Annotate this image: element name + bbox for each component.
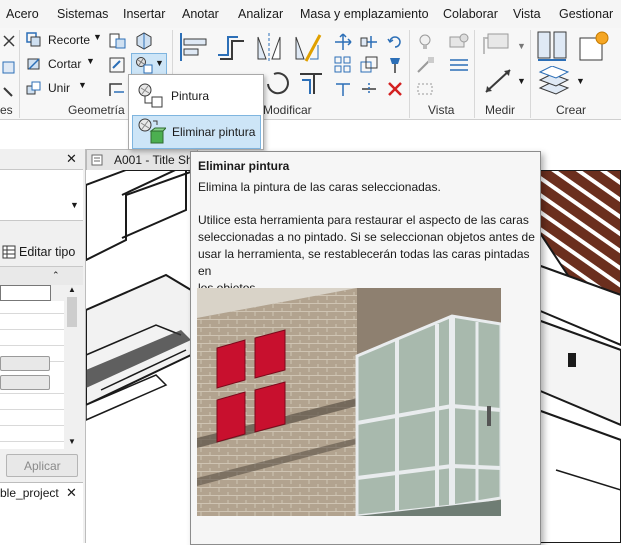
properties-scrollbar[interactable]: ▲ ▼ — [66, 285, 79, 451]
pin-icon[interactable] — [386, 56, 404, 74]
scroll-up-icon[interactable]: ▲ — [68, 285, 76, 294]
remove-paint-icon — [138, 118, 166, 144]
separator — [474, 30, 475, 118]
view-tab[interactable]: A001 - Title Sh — [86, 149, 198, 170]
cortar-button[interactable]: Cortar — [48, 57, 81, 71]
chevron-down-icon[interactable]: ▼ — [93, 32, 102, 42]
separator — [530, 30, 531, 118]
recorte-button[interactable]: Recorte — [48, 33, 90, 47]
edit-type-button[interactable]: Editar tipo — [19, 245, 75, 259]
chevron-down-icon[interactable]: ▼ — [70, 200, 79, 210]
cope-beam-icon[interactable] — [108, 80, 128, 100]
menu-acero[interactable]: Acero — [6, 7, 39, 21]
separator — [409, 30, 410, 118]
apply-button[interactable]: Aplicar — [6, 454, 78, 477]
project-browser-root[interactable]: ble_project — [0, 486, 59, 500]
menu-analizar[interactable]: Analizar — [238, 7, 283, 21]
chevron-down-icon[interactable]: ▼ — [86, 56, 95, 66]
view-tab-label: A001 - Title Sh — [114, 153, 193, 167]
menu-masa-emplazamiento[interactable]: Masa y emplazamiento — [300, 7, 429, 21]
hide-element-icon[interactable] — [416, 33, 434, 51]
tooltip-eliminar-pintura: Eliminar pintura Elimina la pintura de l… — [190, 151, 541, 545]
panel-label-partial: es — [0, 103, 13, 117]
view-panel-label: Vista — [428, 103, 455, 117]
menu-item-pintura[interactable]: Pintura — [132, 80, 259, 112]
menu-anotar[interactable]: Anotar — [182, 7, 219, 21]
properties-panel: ✕ ▼ Editar tipo ⌃ ▲ ▼ Aplicar ble_projec… — [0, 149, 86, 544]
linework-icon[interactable] — [416, 56, 436, 74]
override-graphics-icon[interactable] — [448, 33, 470, 51]
edit-type-icon — [2, 245, 16, 259]
menu-vista[interactable]: Vista — [513, 7, 541, 21]
menu-gestionar[interactable]: Gestionar — [559, 7, 613, 21]
rotate-icon[interactable] — [386, 33, 404, 51]
measure-panel-label: Medir — [485, 103, 516, 117]
cope-icon[interactable] — [26, 32, 42, 48]
wall-joins-icon[interactable] — [108, 31, 128, 51]
dimension-icon[interactable] — [482, 66, 516, 96]
scroll-thumb[interactable] — [67, 297, 77, 327]
project-browser: ble_project ✕ — [0, 482, 83, 544]
trim-icon[interactable] — [334, 80, 352, 98]
geometry-panel-label: Geometría — [68, 103, 125, 117]
create-panel-label: Crear — [556, 103, 587, 117]
split-icon[interactable] — [360, 80, 378, 98]
property-edit-button[interactable] — [0, 356, 50, 371]
property-value-field[interactable] — [0, 285, 51, 301]
menu-insertar[interactable]: Insertar — [123, 7, 165, 21]
left-clipped-tools-icon[interactable] — [2, 32, 16, 102]
unir-button[interactable]: Unir — [48, 81, 70, 95]
scale-icon[interactable] — [360, 56, 378, 74]
move-icon[interactable] — [334, 33, 352, 51]
close-icon[interactable]: ✕ — [66, 485, 77, 501]
sheet-icon — [91, 154, 103, 166]
array-icon[interactable] — [334, 56, 352, 74]
close-icon[interactable]: ✕ — [66, 151, 77, 167]
rotate-large-icon[interactable] — [262, 66, 292, 98]
paint-icon — [136, 57, 153, 74]
chevron-down-icon[interactable]: ▼ — [576, 76, 585, 86]
create-assembly-icon[interactable] — [536, 30, 570, 64]
scroll-down-icon[interactable]: ▼ — [68, 437, 76, 446]
type-selector[interactable]: ▼ — [0, 169, 83, 221]
tooltip-body: Utilice esta herramienta para restaurar … — [198, 213, 535, 295]
mirror-axis-icon[interactable] — [254, 31, 284, 63]
modify-panel-label: Modificar — [263, 103, 312, 117]
chevron-down-icon: ▼ — [155, 58, 164, 68]
tooltip-description: Elimina la pintura de las caras seleccio… — [198, 180, 441, 194]
create-group-icon[interactable] — [536, 66, 572, 96]
cut-geometry-icon[interactable] — [26, 56, 42, 72]
thin-lines-icon[interactable] — [448, 56, 470, 74]
measure-icon[interactable] — [480, 32, 520, 60]
separator — [19, 30, 20, 118]
paint-dropdown-menu: Pintura Eliminar pintura — [128, 74, 264, 150]
tooltip-title: Eliminar pintura — [198, 159, 290, 173]
chevron-down-icon[interactable]: ▼ — [78, 80, 87, 90]
menu-sistemas[interactable]: Sistemas — [57, 7, 108, 21]
menu-bar: Acero Sistemas Insertar Anotar Analizar … — [0, 0, 621, 29]
property-edit-button[interactable] — [0, 375, 50, 390]
chevron-down-icon[interactable]: ▼ — [517, 41, 526, 51]
menu-item-eliminar-pintura[interactable]: Eliminar pintura — [132, 115, 261, 149]
paint-icon — [138, 83, 163, 108]
offset-icon[interactable] — [214, 31, 248, 63]
chevron-down-icon[interactable]: ▼ — [517, 76, 526, 86]
collapse-icon[interactable]: ⌃ — [52, 270, 60, 281]
show-hidden-icon[interactable] — [416, 80, 436, 98]
demolish-icon[interactable] — [108, 56, 128, 76]
align-icon[interactable] — [178, 31, 210, 63]
delete-icon[interactable] — [386, 80, 404, 98]
trim-extend-icon[interactable] — [296, 68, 326, 96]
properties-header: ⌃ — [0, 266, 83, 285]
menu-colaborar[interactable]: Colaborar — [443, 7, 498, 21]
split-face-icon[interactable] — [134, 31, 154, 51]
join-geometry-icon[interactable] — [26, 80, 42, 96]
copy-icon[interactable] — [360, 33, 378, 51]
mirror-draw-icon[interactable] — [292, 31, 324, 63]
tooltip-illustration — [197, 288, 501, 516]
create-parts-icon[interactable] — [576, 30, 610, 64]
